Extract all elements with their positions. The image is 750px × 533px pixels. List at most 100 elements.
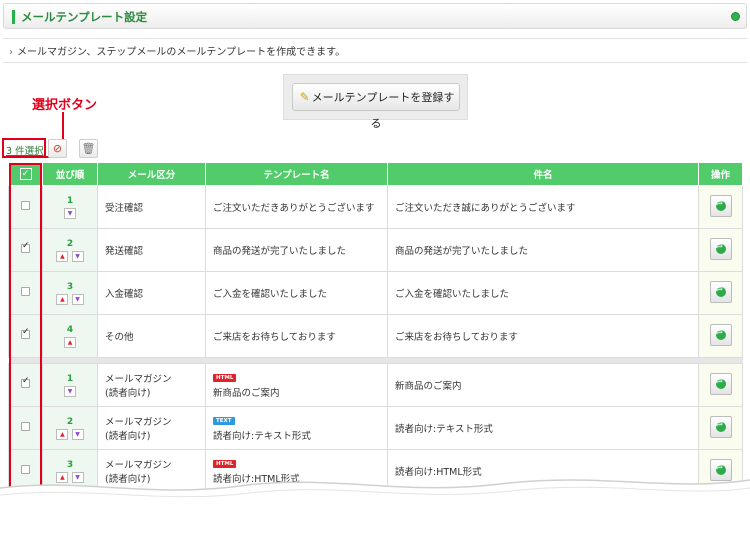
- move-up-button[interactable]: ▲: [56, 293, 69, 305]
- order-cell: 4 ▲: [42, 314, 98, 358]
- row-checkbox[interactable]: [21, 422, 30, 431]
- register-button-wrap: ✎ メールテンプレートを登録する: [283, 74, 468, 130]
- move-down-button[interactable]: ▼: [71, 293, 84, 305]
- row-checkbox-cell[interactable]: [8, 406, 43, 450]
- edit-template-button[interactable]: [709, 415, 732, 438]
- edit-template-button[interactable]: [709, 323, 732, 346]
- subject: 読者向け:テキスト形式: [395, 424, 493, 435]
- subject: 商品の発送が完了いたしました: [395, 246, 529, 257]
- mail-type-sub: (読者向け): [105, 431, 151, 442]
- delete-button[interactable]: 🗑: [79, 139, 98, 158]
- order-cell: 2 ▲ ▼: [42, 228, 98, 272]
- template-name: ご注文いただきありがとうございます: [213, 203, 375, 214]
- order-number: 3: [66, 459, 74, 470]
- table-row: 3 ▲ ▼ 入金確認 ご入金を確認いたしました ご入金を確認いたしました: [8, 271, 743, 315]
- select-all-header[interactable]: ✓: [8, 162, 43, 186]
- mail-type: メールマガジン: [105, 460, 172, 471]
- move-up-button[interactable]: ▲: [56, 250, 69, 262]
- row-checkbox[interactable]: [21, 241, 30, 253]
- template-name: ご来店をお待ちしております: [213, 332, 336, 343]
- order-number: 2: [66, 238, 74, 249]
- pencil-icon: ✎: [299, 90, 310, 104]
- move-up-button[interactable]: ▲: [64, 336, 76, 348]
- deselect-button[interactable]: ⊘: [48, 139, 67, 158]
- template-name-cell: ご来店をお待ちしております: [205, 314, 388, 358]
- order-cell: 1 ▼: [42, 185, 98, 229]
- table-row: 1 ▼ 受注確認 ご注文いただきありがとうございます ご注文いただき誠にありがとうござい…: [8, 185, 743, 229]
- row-checkbox[interactable]: [21, 287, 30, 296]
- subject-cell: 商品の発送が完了いたしました: [387, 228, 699, 272]
- edit-template-button[interactable]: [709, 194, 732, 217]
- header-accent-bar: [12, 10, 15, 24]
- order-number: 2: [66, 416, 74, 427]
- action-cell: [698, 406, 743, 450]
- template-name: 読者向け:テキスト形式: [213, 431, 311, 442]
- row-checkbox-cell[interactable]: [8, 185, 43, 229]
- subject: 新商品のご案内: [395, 381, 462, 392]
- move-down-button[interactable]: ▼: [64, 385, 76, 397]
- table-row: 4▲ その他 ご来店をお待ちしております ご来店をお待ちしております: [8, 314, 743, 358]
- action-cell: [698, 228, 743, 272]
- mail-type-cell: メールマガジン (読者向け): [97, 363, 206, 407]
- row-checkbox[interactable]: [21, 201, 30, 210]
- select-all-checkbox-icon[interactable]: ✓: [19, 168, 32, 180]
- action-cell: [698, 185, 743, 229]
- select-count-link[interactable]: 3 件選択: [6, 143, 44, 157]
- table-header-row: ✓ 並び順 メール区分 テンプレート名 件名 操作: [8, 162, 743, 186]
- edit-template-button[interactable]: [709, 280, 732, 303]
- description-text: メールマガジン、ステップメールのメールテンプレートを作成できます。: [17, 47, 346, 58]
- row-checkbox-cell[interactable]: [8, 363, 43, 407]
- mail-type-cell: 発送確認: [97, 228, 206, 272]
- move-down-button[interactable]: ▼: [64, 207, 76, 219]
- mail-type-cell: 入金確認: [97, 271, 206, 315]
- order-number: 1: [66, 373, 74, 384]
- order-number: 1: [66, 195, 74, 206]
- order-cell: 1 ▼: [42, 363, 98, 407]
- row-checkbox-cell[interactable]: [8, 271, 43, 315]
- collapse-icon[interactable]: [731, 12, 740, 21]
- template-name-cell: TEXT 読者向け:テキスト形式: [205, 406, 388, 450]
- template-name-cell: ご注文いただきありがとうございます: [205, 185, 388, 229]
- subject-cell: 新商品のご案内: [387, 363, 699, 407]
- edit-template-button[interactable]: [709, 237, 732, 260]
- table-row: 2▲ ▼ 発送確認 商品の発送が完了いたしました 商品の発送が完了いたしました: [8, 228, 743, 272]
- page-title: メールテンプレート設定: [21, 10, 148, 24]
- mail-type: 入金確認: [105, 289, 144, 300]
- section-header: メールテンプレート設定: [3, 3, 747, 29]
- header-action: 操作: [698, 162, 743, 186]
- chevron-right-icon: ›: [9, 47, 13, 58]
- order-number: 4: [66, 324, 74, 335]
- move-down-button[interactable]: ▼: [71, 250, 84, 262]
- format-badge: HTML: [213, 374, 237, 382]
- template-table: ✓ 並び順 メール区分 テンプレート名 件名 操作 1 ▼ 受注確認 ご注文いただきあ…: [8, 162, 743, 493]
- mail-type-cell: その他: [97, 314, 206, 358]
- format-badge: HTML: [213, 460, 237, 468]
- order-cell: 2 ▲ ▼: [42, 406, 98, 450]
- template-name-cell: ご入金を確認いたしました: [205, 271, 388, 315]
- move-up-button[interactable]: ▲: [56, 428, 69, 440]
- subject-cell: ご入金を確認いたしました: [387, 271, 699, 315]
- template-name-cell: HTML 新商品のご案内: [205, 363, 388, 407]
- register-template-button[interactable]: ✎ メールテンプレートを登録する: [292, 83, 460, 130]
- mail-type: メールマガジン: [105, 417, 172, 428]
- page-description: › メールマガジン、ステップメールのメールテンプレートを作成できます。: [9, 43, 345, 58]
- template-name-cell: 商品の発送が完了いたしました: [205, 228, 388, 272]
- row-checkbox-cell[interactable]: [8, 314, 43, 358]
- trash-icon: 🗑: [81, 142, 96, 155]
- table-body: 1 ▼ 受注確認 ご注文いただきありがとうございます ご注文いただき誠にありがとうござい…: [8, 185, 743, 493]
- action-cell: [698, 363, 743, 407]
- order-cell: 3 ▲ ▼: [42, 271, 98, 315]
- header-mail-type: メール区分: [97, 162, 206, 186]
- header-order: 並び順: [42, 162, 98, 186]
- edit-template-button[interactable]: [709, 372, 732, 395]
- action-cell: [698, 271, 743, 315]
- format-badge: TEXT: [213, 417, 235, 425]
- row-checkbox[interactable]: [21, 327, 30, 339]
- row-checkbox[interactable]: [21, 376, 30, 388]
- row-checkbox-cell[interactable]: [8, 228, 43, 272]
- mail-type: 発送確認: [105, 246, 144, 257]
- mail-type-sub: (読者向け): [105, 388, 151, 399]
- torn-edge: [0, 479, 750, 533]
- mail-type-cell: 受注確認: [97, 185, 206, 229]
- move-down-button[interactable]: ▼: [71, 428, 84, 440]
